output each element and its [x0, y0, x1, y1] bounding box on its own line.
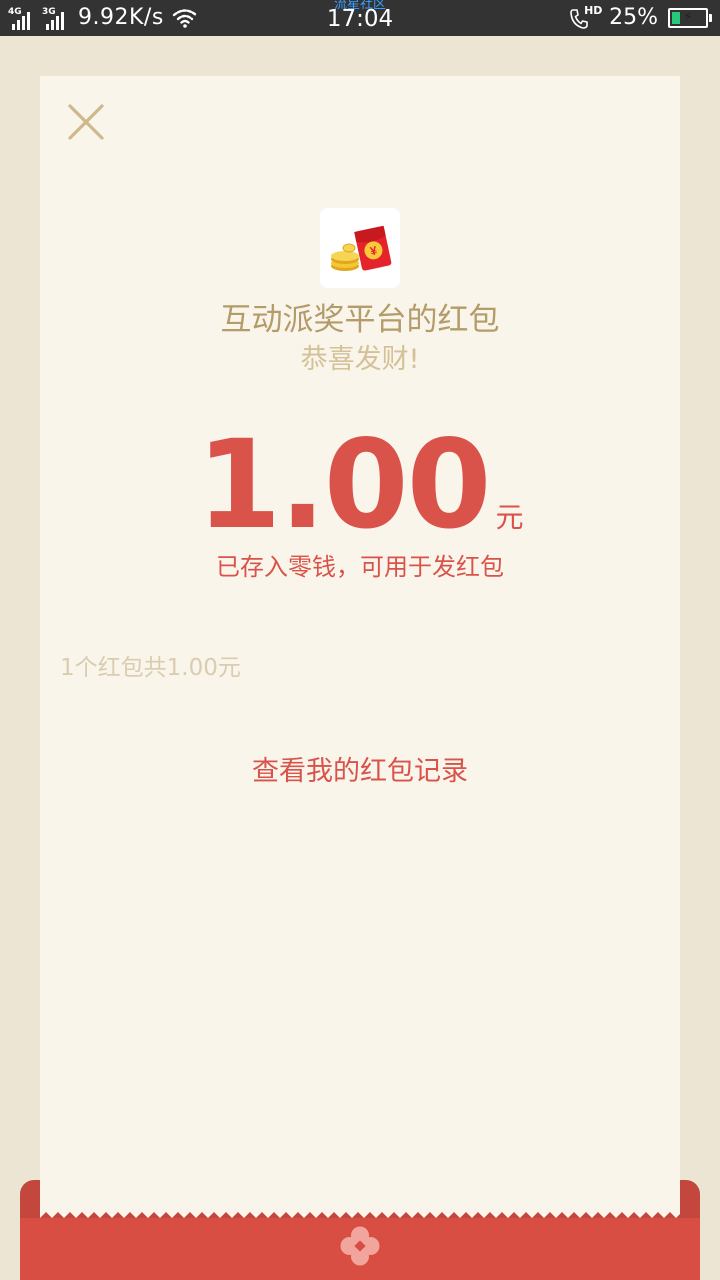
charging-bolt-icon: ⚡ [683, 10, 693, 25]
clock: 17:04 [326, 6, 394, 32]
envelope-summary: 1个红包共1.00元 [60, 655, 241, 681]
hd-call-icon: HD [569, 4, 603, 30]
signal-4g-icon: 4G [8, 6, 38, 30]
stored-note: 已存入零钱，可用于发红包 [216, 553, 504, 581]
sender-title: 互动派奖平台的红包 [220, 302, 500, 338]
signal-3g-icon: 3G [42, 6, 72, 30]
status-bar-left: 4G 3G 9.92K/s [8, 4, 198, 32]
amount-display: 1.00 元 [40, 420, 680, 550]
network-speed: 9.92K/s [78, 5, 164, 30]
amount-value: 1.00 [196, 414, 491, 556]
greeting-text: 恭喜发财! [300, 344, 420, 375]
status-bar-right: HD 25% ⚡ [569, 4, 712, 32]
sender-avatar: ¥ [320, 208, 400, 288]
paper-torn-edge [40, 1210, 680, 1218]
hd-badge: HD [584, 4, 603, 17]
battery-icon: ⚡ [668, 8, 712, 28]
amount-unit: 元 [495, 501, 524, 534]
wifi-icon [172, 9, 197, 28]
status-bar: 4G 3G 9.92K/s 流星社区 17:04 HD 25% ⚡ [0, 0, 720, 36]
battery-percent: 25% [609, 5, 658, 30]
red-envelope-coins-icon: ¥ [331, 225, 392, 271]
close-icon[interactable] [64, 100, 108, 144]
view-records-link[interactable]: 查看我的红包记录 [40, 754, 680, 790]
flower-icon [340, 1226, 380, 1266]
